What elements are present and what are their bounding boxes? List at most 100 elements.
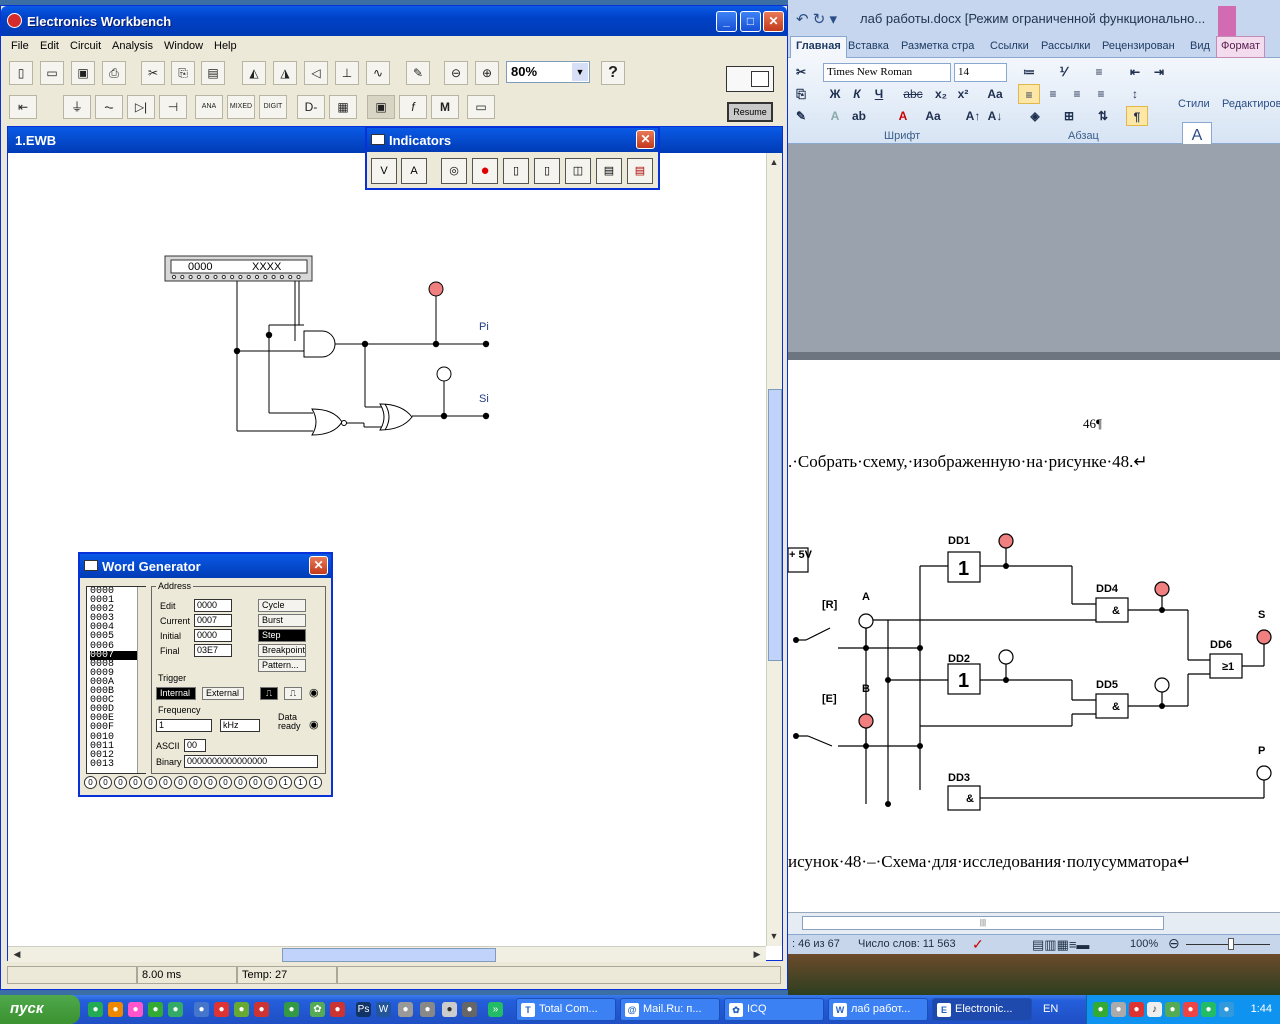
output-bit-terminal[interactable]: 0 — [99, 776, 112, 789]
trigger-terminal-icon[interactable]: ◉ — [309, 686, 319, 699]
scroll-down-icon[interactable]: ▼ — [767, 929, 781, 943]
bulb-icon[interactable]: ◎ — [441, 158, 467, 184]
quicklaunch-icon[interactable]: ● — [148, 1002, 163, 1017]
minimize-button[interactable]: _ — [716, 11, 737, 32]
transistors-bin-icon[interactable]: ⊣ — [159, 95, 187, 119]
bullets-icon[interactable]: ≔ — [1018, 62, 1040, 82]
component-properties-icon[interactable]: ✎ — [406, 61, 430, 85]
basic-bin-icon[interactable]: ⏦ — [95, 95, 123, 119]
power-switch[interactable] — [726, 66, 774, 92]
save-icon[interactable]: ▣ — [71, 61, 95, 85]
misc-bin-icon[interactable]: M — [431, 95, 459, 119]
undo-redo-icons[interactable]: ↶ ↻ ▾ — [796, 10, 837, 28]
output-bit-terminal[interactable]: 1 — [294, 776, 307, 789]
copy-icon[interactable]: ⎘ — [790, 84, 812, 104]
tab-insert[interactable]: Вставка — [848, 40, 889, 52]
flip-horizontal-icon[interactable]: ◭ — [242, 61, 266, 85]
tab-view[interactable]: Вид — [1190, 40, 1210, 52]
cut-icon[interactable]: ✂ — [141, 61, 165, 85]
controls-bin-icon[interactable]: f — [399, 95, 427, 119]
word-list-scrollbar[interactable] — [137, 587, 147, 773]
quicklaunch-icon[interactable]: ● — [420, 1002, 435, 1017]
output-bit-terminal[interactable]: 1 — [279, 776, 292, 789]
menu-edit[interactable]: Edit — [40, 40, 59, 52]
bargraph-icon[interactable]: ▤ — [596, 158, 622, 184]
final-field[interactable]: 03E7 — [194, 644, 232, 657]
underline-icon[interactable]: Ч — [868, 84, 890, 104]
decrease-indent-icon[interactable]: ⇤ — [1124, 62, 1146, 82]
quicklaunch-icon[interactable]: ● — [168, 1002, 183, 1017]
zoom-in-icon[interactable]: ⊕ — [475, 61, 499, 85]
sources-bin-icon[interactable]: ⏚ — [63, 95, 91, 119]
menu-analysis[interactable]: Analysis — [112, 40, 153, 52]
subcircuit-icon[interactable]: ⊥ — [335, 61, 359, 85]
output-bit-terminal[interactable]: 0 — [264, 776, 277, 789]
grow-font-icon[interactable]: A↑ — [962, 106, 984, 126]
quicklaunch-icon[interactable]: ● — [194, 1002, 209, 1017]
highlight-icon[interactable]: ab — [848, 106, 870, 126]
multilevel-icon[interactable]: ≡ — [1088, 62, 1110, 82]
quicklaunch-icon[interactable]: ● — [330, 1002, 345, 1017]
tray-icon[interactable]: ● — [1093, 1002, 1108, 1017]
tab-format[interactable]: Формат — [1216, 36, 1266, 58]
initial-field[interactable]: 0000 — [194, 629, 232, 642]
breakpoint-button[interactable]: Breakpoint — [258, 644, 306, 657]
tray-icon[interactable]: ● — [1219, 1002, 1234, 1017]
task-ewb[interactable]: E Electronic... — [932, 998, 1032, 1021]
seven-segment-icon[interactable]: ▯ — [503, 158, 529, 184]
justify-icon[interactable]: ≡ — [1090, 84, 1112, 104]
output-bit-terminal[interactable]: 0 — [144, 776, 157, 789]
output-bit-terminal[interactable]: 0 — [189, 776, 202, 789]
data-ready-terminal-icon[interactable]: ◉ — [309, 718, 319, 731]
italic-icon[interactable]: К — [846, 84, 868, 104]
buzzer-icon[interactable]: ◫ — [565, 158, 591, 184]
zoom-slider-thumb[interactable] — [1228, 938, 1234, 950]
quicklaunch-icon[interactable]: ● — [254, 1002, 269, 1017]
circuit-vscroll-thumb[interactable] — [768, 389, 782, 661]
change-case-icon[interactable]: Aa — [922, 106, 944, 126]
tab-references[interactable]: Ссылки — [990, 40, 1029, 52]
graph-icon[interactable]: ∿ — [366, 61, 390, 85]
close-button[interactable]: ✕ — [763, 11, 784, 32]
increase-indent-icon[interactable]: ⇥ — [1148, 62, 1170, 82]
maximize-button[interactable]: □ — [740, 11, 761, 32]
flip-vertical-icon[interactable]: ◮ — [273, 61, 297, 85]
proofing-icon[interactable]: ✓ — [972, 936, 984, 953]
align-center-icon[interactable]: ≡ — [1042, 84, 1064, 104]
circuit-vscroll[interactable]: ▲ ▼ — [766, 153, 782, 946]
bold-icon[interactable]: Ж — [824, 84, 846, 104]
rotate-icon[interactable]: ◁ — [304, 61, 328, 85]
quicklaunch-icon[interactable]: ● — [398, 1002, 413, 1017]
cycle-button[interactable]: Cycle — [258, 599, 306, 612]
view-buttons-icon[interactable]: ▤▥▦≡▬ — [1032, 937, 1089, 953]
expand-icon[interactable]: » — [488, 1002, 503, 1017]
subscript-icon[interactable]: x₂ — [930, 84, 952, 104]
current-field[interactable]: 0007 — [194, 614, 232, 627]
align-left-icon[interactable]: ≡ — [1018, 84, 1040, 104]
favorites-bin-icon[interactable]: ⇤ — [9, 95, 37, 119]
photoshop-icon[interactable]: Ps — [356, 1002, 371, 1017]
tray-icon[interactable]: ● — [1129, 1002, 1144, 1017]
print-icon[interactable]: ⎙ — [102, 61, 126, 85]
tab-review[interactable]: Рецензирован — [1102, 40, 1175, 52]
zoom-select[interactable]: 80% ▼ — [506, 61, 590, 83]
quicklaunch-icon[interactable]: ● — [88, 1002, 103, 1017]
falling-edge-icon[interactable]: ⎍ — [284, 687, 302, 700]
diodes-bin-icon[interactable]: ▷| — [127, 95, 155, 119]
decoded-display-icon[interactable]: ▯ — [534, 158, 560, 184]
indicators-close-button[interactable]: ✕ — [636, 130, 655, 149]
open-folder-icon[interactable]: ▭ — [40, 61, 64, 85]
voltmeter-icon[interactable]: V — [371, 158, 397, 184]
output-bit-terminal[interactable]: 0 — [204, 776, 217, 789]
zoom-out-icon[interactable]: ⊖ — [1168, 935, 1180, 952]
quicklaunch-icon[interactable]: ● — [284, 1002, 299, 1017]
align-right-icon[interactable]: ≡ — [1066, 84, 1088, 104]
scroll-up-icon[interactable]: ▲ — [767, 155, 781, 169]
quicklaunch-icon[interactable]: ● — [234, 1002, 249, 1017]
task-mailru[interactable]: @ Mail.Ru: п... — [620, 998, 720, 1021]
quicklaunch-icon[interactable]: ● — [462, 1002, 477, 1017]
borders-icon[interactable]: ⊞ — [1058, 106, 1080, 126]
logic-gates-bin-icon[interactable]: D- — [297, 95, 325, 119]
output-bit-terminal[interactable]: 0 — [159, 776, 172, 789]
quicklaunch-icon[interactable]: ● — [442, 1002, 457, 1017]
